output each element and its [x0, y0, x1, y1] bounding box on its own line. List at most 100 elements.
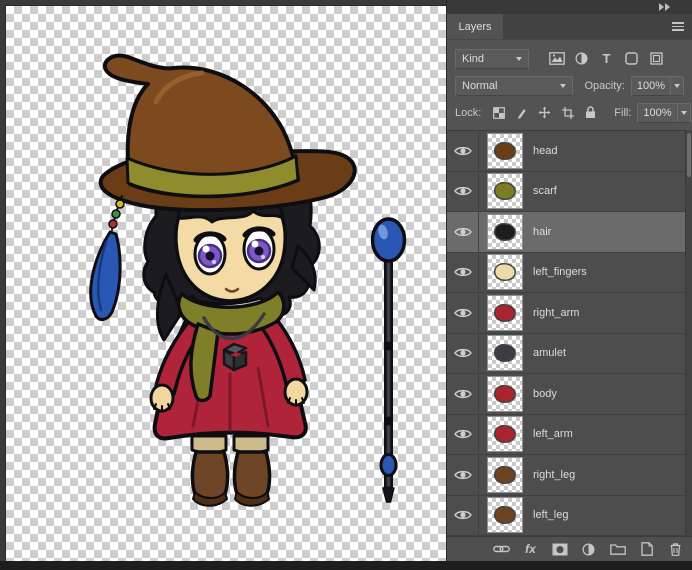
- layer-thumbnail[interactable]: [487, 375, 523, 412]
- adjustment-layer-filter-icon[interactable]: [570, 49, 593, 69]
- thumbnail-art: [495, 264, 515, 280]
- layer-name[interactable]: body: [533, 388, 557, 400]
- thumbnail-art: [495, 305, 515, 321]
- link-layers-icon[interactable]: [493, 541, 510, 558]
- layers-scrollbar[interactable]: [685, 130, 692, 536]
- layer-name[interactable]: left_leg: [533, 509, 568, 521]
- eye-icon: [453, 146, 472, 155]
- collapse-arrow-icon: [665, 3, 670, 11]
- layer-row-body[interactable]: body: [447, 374, 692, 415]
- chevron-down-icon: [559, 83, 566, 88]
- visibility-toggle[interactable]: [447, 455, 479, 495]
- layer-effects-icon[interactable]: fx: [522, 541, 539, 558]
- filter-row: Kind T: [455, 45, 684, 72]
- visibility-toggle[interactable]: [447, 333, 479, 373]
- thumbnail-art: [495, 507, 515, 523]
- lock-label: Lock:: [455, 106, 482, 119]
- lock-position-icon[interactable]: [535, 104, 554, 122]
- layer-name[interactable]: right_leg: [533, 469, 575, 481]
- blend-mode-dropdown[interactable]: Normal: [455, 75, 573, 96]
- layer-thumbnail[interactable]: [487, 416, 523, 453]
- opacity-control[interactable]: 100%: [630, 75, 684, 96]
- collapse-arrow-icon: [659, 3, 664, 11]
- eye-icon: [453, 227, 472, 236]
- lock-row: Lock: Fill: 100%: [455, 99, 691, 126]
- layer-thumbnail[interactable]: [487, 497, 523, 534]
- visibility-toggle[interactable]: [447, 374, 479, 414]
- new-adjustment-layer-icon[interactable]: [580, 541, 597, 558]
- type-glyph: T: [602, 51, 611, 66]
- blend-mode-value: Normal: [462, 79, 498, 92]
- visibility-toggle[interactable]: [447, 212, 479, 252]
- layer-thumbnail[interactable]: [487, 456, 523, 493]
- layer-thumbnail[interactable]: [487, 335, 523, 372]
- scrollbar-thumb[interactable]: [687, 133, 691, 177]
- pixel-layer-filter-icon[interactable]: [545, 49, 568, 69]
- collapse-panel-button[interactable]: [659, 3, 670, 11]
- layer-name[interactable]: right_arm: [533, 307, 579, 319]
- visibility-toggle[interactable]: [447, 414, 479, 454]
- layer-thumbnail[interactable]: [487, 213, 523, 250]
- layer-row-scarf[interactable]: scarf: [447, 171, 692, 212]
- layer-thumbnail[interactable]: [487, 173, 523, 210]
- eye-icon: [453, 268, 472, 277]
- right-eye-art: [242, 226, 276, 271]
- visibility-toggle[interactable]: [447, 131, 479, 171]
- layer-thumbnail[interactable]: [487, 294, 523, 331]
- smart-object-filter-icon[interactable]: [645, 49, 668, 69]
- layer-name[interactable]: hair: [533, 226, 551, 238]
- delete-layer-icon[interactable]: [667, 541, 684, 558]
- layer-row-left-arm[interactable]: left_arm: [447, 414, 692, 455]
- visibility-toggle[interactable]: [447, 495, 479, 535]
- layer-row-amulet[interactable]: amulet: [447, 333, 692, 374]
- new-group-icon[interactable]: [609, 541, 626, 558]
- layer-row-left-leg[interactable]: left_leg: [447, 495, 692, 536]
- lock-transparent-pixels-icon[interactable]: [489, 104, 508, 122]
- layer-row-right-leg[interactable]: right_leg: [447, 455, 692, 496]
- thumbnail-art: [495, 426, 515, 442]
- opacity-label: Opacity:: [584, 79, 625, 92]
- panel-menu-button[interactable]: [672, 22, 684, 31]
- status-strip: [0, 561, 692, 570]
- shape-layer-filter-icon[interactable]: [620, 49, 643, 69]
- chevron-down-icon: [674, 83, 680, 88]
- eye-icon: [453, 349, 472, 358]
- visibility-toggle[interactable]: [447, 252, 479, 292]
- kind-dropdown-value: Kind: [462, 52, 485, 65]
- layer-row-head[interactable]: head: [447, 131, 692, 172]
- layers-bottom-bar: fx: [447, 536, 692, 561]
- thumbnail-art: [495, 183, 515, 199]
- layer-thumbnail[interactable]: [487, 254, 523, 291]
- tab-layers[interactable]: Layers: [447, 14, 503, 39]
- eye-icon: [453, 308, 472, 317]
- panel-top-strip: [447, 0, 692, 14]
- kind-dropdown[interactable]: Kind: [455, 48, 529, 69]
- layer-row-hair[interactable]: hair: [447, 212, 692, 253]
- layer-name[interactable]: left_arm: [533, 428, 573, 440]
- layer-name[interactable]: scarf: [533, 185, 557, 197]
- type-layer-filter-icon[interactable]: T: [595, 49, 618, 69]
- add-layer-mask-icon[interactable]: [551, 541, 568, 558]
- fill-control[interactable]: 100%: [637, 102, 691, 123]
- visibility-toggle[interactable]: [447, 293, 479, 333]
- fx-glyph: fx: [525, 542, 536, 556]
- canvas-area[interactable]: [6, 6, 446, 561]
- lock-image-pixels-icon[interactable]: [512, 104, 531, 122]
- layer-name[interactable]: head: [533, 145, 557, 157]
- layers-panel: Layers Kind T Normal Opacity: 100% Lock:…: [446, 0, 692, 561]
- lock-artboard-nesting-icon[interactable]: [558, 104, 577, 122]
- left-eye-art: [193, 231, 227, 276]
- layer-row-right-arm[interactable]: right_arm: [447, 293, 692, 334]
- eye-icon: [453, 511, 472, 520]
- staff-art: [370, 217, 407, 503]
- layer-name[interactable]: left_fingers: [533, 266, 587, 278]
- layers-list: head scarf hair left_fingers right_arm a…: [447, 130, 692, 536]
- layer-name[interactable]: amulet: [533, 347, 566, 359]
- layer-row-left-fingers[interactable]: left_fingers: [447, 252, 692, 293]
- layer-thumbnail[interactable]: [487, 132, 523, 169]
- thumbnail-art: [495, 345, 515, 361]
- visibility-toggle[interactable]: [447, 171, 479, 211]
- panel-tab-bar: Layers: [447, 14, 692, 40]
- new-layer-icon[interactable]: [638, 541, 655, 558]
- lock-all-icon[interactable]: [581, 104, 600, 122]
